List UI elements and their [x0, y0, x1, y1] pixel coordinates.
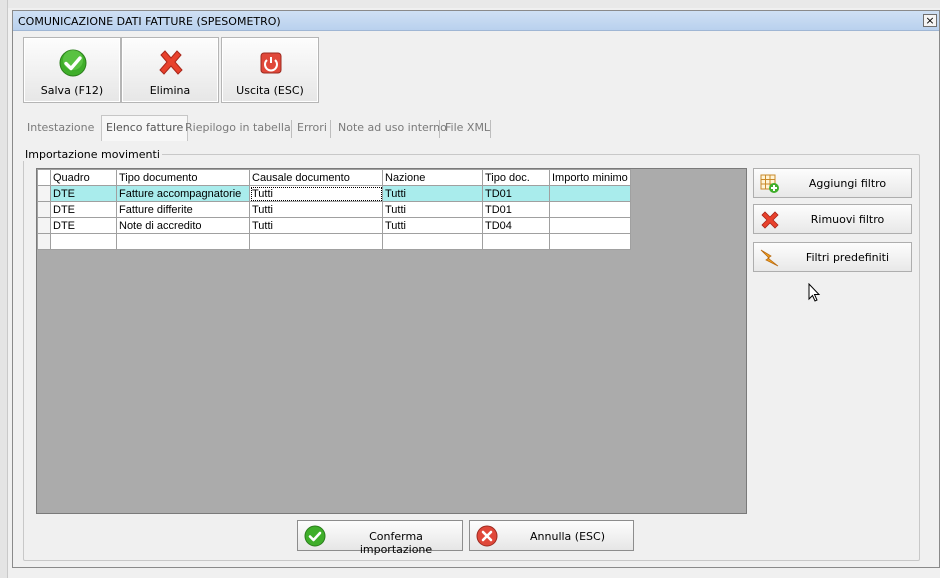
power-icon [260, 52, 282, 74]
exit-button[interactable]: Uscita (ESC) [221, 37, 319, 103]
table-cell[interactable]: Tutti [249, 201, 383, 218]
table-cell[interactable]: Tutti [382, 185, 483, 202]
delete-button[interactable]: Elimina [121, 37, 219, 103]
table-row[interactable]: DTE Fatture accompagnatorie Tutti Tutti … [37, 185, 631, 202]
table-cell[interactable] [50, 233, 117, 250]
close-icon: × [925, 14, 935, 27]
add-filter-button[interactable]: Aggiungi filtro [753, 168, 912, 198]
add-grid-icon [760, 174, 779, 193]
table-row[interactable]: DTE Note di accredito Tutti Tutti TD04 [37, 217, 631, 234]
save-button[interactable]: Salva (F12) [23, 37, 121, 103]
table-cell[interactable]: Note di accredito [116, 217, 250, 234]
exit-button-label: Uscita (ESC) [236, 84, 304, 97]
table-cell[interactable]: DTE [50, 217, 117, 234]
tab-intestazione[interactable]: Intestazione [23, 117, 98, 139]
cancel-button[interactable]: Annulla (ESC) [469, 520, 634, 551]
table-cell[interactable] [549, 185, 631, 202]
tab-strip: Intestazione Elenco fatture Riepilogo in… [23, 115, 723, 141]
table-cell[interactable] [116, 233, 250, 250]
window-title: COMUNICAZIONE DATI FATTURE (SPESOMETRO) [18, 15, 281, 28]
tab-divider [291, 120, 292, 138]
tab-divider [490, 120, 491, 138]
red-x-icon [761, 211, 779, 229]
confirm-import-button[interactable]: Conferma importazione [297, 520, 463, 556]
table-row-new[interactable] [37, 233, 631, 250]
dialog-window: COMUNICAZIONE DATI FATTURE (SPESOMETRO) … [12, 10, 940, 568]
table-cell[interactable] [482, 233, 550, 250]
tab-divider [439, 120, 440, 138]
title-bar: COMUNICAZIONE DATI FATTURE (SPESOMETRO) … [13, 11, 939, 31]
column-header-importo-minimo[interactable]: Importo minimo [549, 169, 631, 186]
row-selector[interactable] [37, 217, 51, 234]
tab-note-interne[interactable]: Note ad uso interno [334, 117, 451, 139]
table-cell[interactable]: TD01 [482, 185, 550, 202]
mouse-cursor-icon [808, 283, 821, 302]
row-header-corner [37, 169, 51, 186]
table-row[interactable]: DTE Fatture differite Tutti Tutti TD01 [37, 201, 631, 218]
table-cell[interactable]: Fatture differite [116, 201, 250, 218]
preset-filters-label: Filtri predefiniti [805, 251, 890, 264]
tab-divider [330, 120, 331, 138]
table-cell[interactable]: DTE [50, 201, 117, 218]
filter-lightning-icon [760, 249, 779, 267]
filter-grid[interactable]: Quadro Tipo documento Causale documento … [36, 168, 747, 514]
table-cell[interactable] [249, 233, 383, 250]
tab-elenco-fatture[interactable]: Elenco fatture [101, 115, 189, 141]
confirm-import-label: Conferma importazione [359, 530, 433, 556]
filter-table: Quadro Tipo documento Causale documento … [37, 169, 631, 250]
table-cell[interactable] [382, 233, 483, 250]
group-legend: Importazione movimenti [23, 148, 162, 161]
column-header-nazione[interactable]: Nazione [382, 169, 483, 186]
table-cell[interactable] [549, 233, 631, 250]
tab-errori[interactable]: Errori [293, 117, 331, 139]
column-header-quadro[interactable]: Quadro [50, 169, 117, 186]
table-cell-focused[interactable]: Tutti [249, 185, 383, 202]
column-header-causale[interactable]: Causale documento [249, 169, 383, 186]
column-header-tipo-documento[interactable]: Tipo documento [116, 169, 250, 186]
background-window-edge [0, 0, 8, 578]
remove-filter-label: Rimuovi filtro [810, 213, 885, 226]
table-header-row: Quadro Tipo documento Causale documento … [37, 169, 631, 186]
checkmark-icon [304, 525, 326, 547]
row-selector[interactable] [37, 233, 51, 250]
table-cell[interactable]: Tutti [249, 217, 383, 234]
table-cell[interactable]: TD04 [482, 217, 550, 234]
table-cell[interactable] [549, 217, 631, 234]
table-cell[interactable] [549, 201, 631, 218]
tab-riepilogo[interactable]: Riepilogo in tabella [181, 117, 295, 139]
table-cell[interactable]: DTE [50, 185, 117, 202]
checkmark-icon [59, 49, 87, 77]
cancel-icon [476, 525, 498, 547]
delete-button-label: Elimina [149, 84, 191, 97]
cancel-label: Annulla (ESC) [530, 530, 605, 543]
remove-filter-button[interactable]: Rimuovi filtro [753, 204, 912, 234]
preset-filters-button[interactable]: Filtri predefiniti [753, 242, 912, 272]
row-selector[interactable] [37, 185, 51, 202]
table-cell[interactable]: Fatture accompagnatorie [116, 185, 250, 202]
red-x-icon [159, 50, 183, 75]
tab-file-xml[interactable]: File XML [441, 117, 494, 139]
close-button[interactable]: × [923, 14, 937, 27]
column-header-tipo-doc[interactable]: Tipo doc. [482, 169, 550, 186]
save-button-label: Salva (F12) [40, 84, 104, 97]
table-cell[interactable]: Tutti [382, 201, 483, 218]
table-cell[interactable]: Tutti [382, 217, 483, 234]
table-cell[interactable]: TD01 [482, 201, 550, 218]
background-desktop-strip [0, 0, 940, 8]
row-selector[interactable] [37, 201, 51, 218]
add-filter-label: Aggiungi filtro [808, 177, 887, 190]
